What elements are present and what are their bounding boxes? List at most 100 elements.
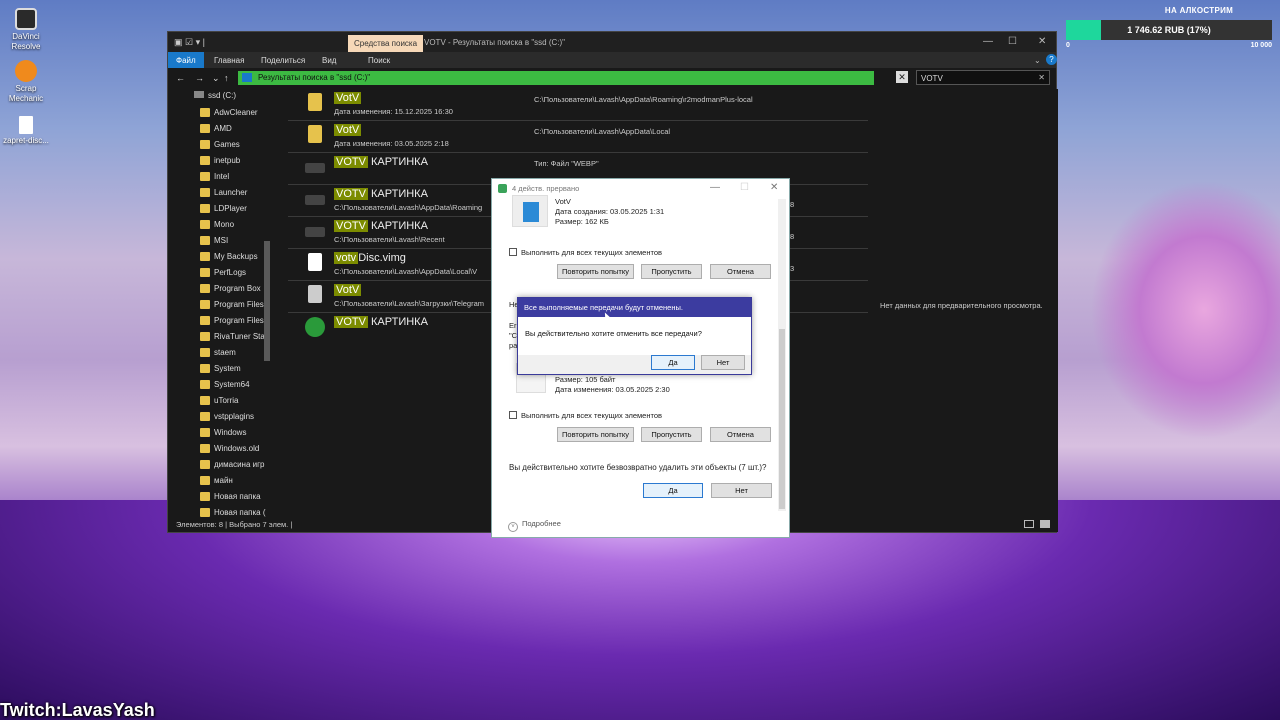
tab-search[interactable]: Поиск [368,56,390,65]
sidebar-folder-item[interactable]: майн [200,473,233,489]
confirm-yes-button[interactable]: Да [651,355,695,370]
forward-icon[interactable]: → [195,73,204,83]
address-text: Результаты поиска в "ssd (C:)" [258,73,371,82]
image-icon [305,163,325,173]
desktop-icon-zapret[interactable]: zapret-disc... [2,116,50,146]
file-row[interactable]: VotV Дата изменения: 03.05.2025 2:18 C:\По… [288,121,868,153]
sidebar-folder-item[interactable]: MSI [200,233,228,249]
expand-ribbon-icon[interactable]: ⌄ [1034,56,1041,65]
address-bar[interactable]: Результаты поиска в "ssd (C:)" [238,71,874,85]
tab-file[interactable]: Файл [168,52,204,68]
clear-address-icon[interactable]: ✕ [896,71,908,83]
back-icon[interactable]: ← [176,73,185,83]
sidebar-folder-item[interactable]: Windows.old [200,441,259,457]
apply-all-checkbox-1[interactable]: Выполнить для всех текущих элементов [509,248,662,257]
folder-icon [200,140,210,149]
checkbox-box[interactable] [509,411,517,419]
tiles-view-icon[interactable] [1040,520,1050,528]
image-icon [305,227,325,237]
maximize-icon[interactable]: ☐ [740,182,749,193]
sidebar-folder-item[interactable]: My Backups [200,249,258,265]
donation-min: 0 [1066,42,1070,49]
folder-icon [200,412,210,421]
dialog-scrollbar[interactable] [778,199,786,511]
skip-button-2[interactable]: Пропустить [641,427,702,442]
file-name: votv Disc.vimg [334,252,406,264]
search-tools-context-tab[interactable]: Средства поиска [348,35,424,52]
file-name: VOTV КАРТИНКА [334,188,428,200]
sidebar-folder-label: System [214,364,241,373]
sidebar-folder-item[interactable]: uTorria [200,393,238,409]
navigation-scrollbar[interactable] [264,241,270,361]
drive-item[interactable]: ssd (C:) [194,91,236,100]
donation-goal-widget: НА АЛКОСТРИМ 1 746.62 RUB (17%) 0 10 000 [1066,6,1272,49]
recent-locations-icon[interactable]: ⌄ [212,73,220,84]
sidebar-folder-item[interactable]: Intel [200,169,229,185]
donation-amount: 1 746.62 RUB (17%) [1127,25,1211,35]
apply-all-checkbox-2[interactable]: Выполнить для всех текущих элементов [509,411,662,420]
cancel-button-2[interactable]: Отмена [710,427,771,442]
sidebar-folder-item[interactable]: AdwCleaner [200,105,258,121]
minimize-icon[interactable]: — [983,36,993,47]
sidebar-folder-item[interactable]: PerfLogs [200,265,246,281]
folder-icon [200,492,210,501]
retry-button-2[interactable]: Повторить попытку [557,427,634,442]
sidebar-folder-label: AMD [214,124,232,133]
donation-max: 10 000 [1250,42,1272,49]
scrollbar-thumb[interactable] [779,329,785,509]
confirm-no-button[interactable]: Нет [701,355,745,370]
sidebar-folder-item[interactable]: Mono [200,217,234,233]
ribbon-tabs: Файл Главная Поделиться Вид Поиск ⌄ ? [168,52,1057,68]
file-size: Размер: 105 байт [555,375,616,384]
file-name-rest: КАРТИНКА [367,156,428,168]
tab-home[interactable]: Главная [214,56,244,65]
sidebar-folder-item[interactable]: LDPlayer [200,201,247,217]
sidebar-folder-item[interactable]: Program Files [200,297,264,313]
clear-search-icon[interactable]: ✕ [1038,73,1045,82]
help-icon[interactable]: ? [1046,54,1057,65]
sidebar-folder-item[interactable]: AMD [200,121,232,137]
tab-view[interactable]: Вид [322,56,336,65]
sidebar-folder-item[interactable]: Program Files [200,313,264,329]
up-icon[interactable]: ↑ [224,73,229,83]
sidebar-folder-item[interactable]: димасина игр [200,457,264,473]
maximize-icon[interactable]: ☐ [1008,36,1017,47]
details-view-icon[interactable] [1024,520,1034,528]
file-row[interactable]: VotV Дата изменения: 15.12.2025 16:30 C:\П… [288,89,868,121]
retry-button-1[interactable]: Повторить попытку [557,264,634,279]
sidebar-folder-item[interactable]: Launcher [200,185,247,201]
preview-pane: Нет данных для предварительного просмотр… [878,89,1058,521]
sidebar-folder-label: Games [214,140,240,149]
minimize-icon[interactable]: — [710,182,720,193]
more-details-label: Подробнее [522,519,561,528]
sidebar-folder-item[interactable]: staem [200,345,236,361]
sidebar-folder-item[interactable]: RivaTuner Stat [200,329,267,345]
sidebar-folder-item[interactable]: Windows [200,425,246,441]
cancel-transfers-dialog: Все выполняемые передачи будут отменены.… [517,297,752,375]
sidebar-folder-item[interactable]: Program Box [200,281,261,297]
tab-share[interactable]: Поделиться [261,56,305,65]
search-input[interactable]: VOTV ✕ [916,70,1050,85]
skip-button-1[interactable]: Пропустить [641,264,702,279]
desktop-icon-davinci[interactable]: DaVinci Resolve [2,8,50,52]
folder-icon [200,364,210,373]
close-icon[interactable]: ✕ [1038,36,1046,47]
yes-button[interactable]: Да [643,483,703,498]
quick-access-toolbar[interactable]: ▣ ☑ ▾ | [174,37,205,48]
sidebar-folder-item[interactable]: inetpub [200,153,240,169]
checkbox-box[interactable] [509,248,517,256]
folder-icon [200,444,210,453]
close-icon[interactable]: ✕ [770,182,778,193]
desktop-icon-scrap-mechanic[interactable]: Scrap Mechanic [2,60,50,104]
sidebar-folder-item[interactable]: System [200,361,241,377]
sidebar-folder-item[interactable]: System64 [200,377,250,393]
sidebar-folder-label: inetpub [214,156,241,165]
search-highlight: VotV [334,284,362,296]
sidebar-folder-item[interactable]: Games [200,137,240,153]
more-details-toggle[interactable]: ˅ Подробнее [508,519,561,532]
sidebar-folder-item[interactable]: vstpplagins [200,409,254,425]
sidebar-folder-item[interactable]: Новая папка [200,489,261,505]
delete-question: Вы действительно хотите безвозвратно уда… [509,463,767,472]
no-button[interactable]: Нет [711,483,772,498]
cancel-button-1[interactable]: Отмена [710,264,771,279]
